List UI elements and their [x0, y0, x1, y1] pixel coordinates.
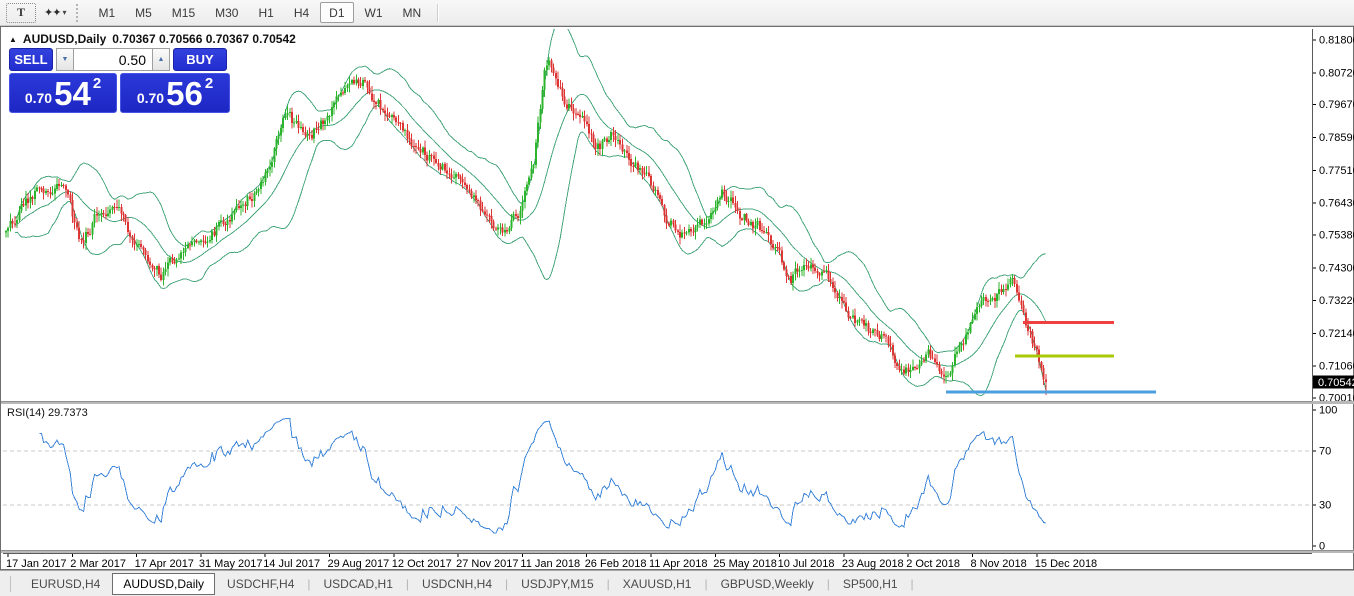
- svg-text:30: 30: [1319, 500, 1331, 512]
- svg-text:0.75380: 0.75380: [1319, 230, 1354, 242]
- svg-text:2 Oct 2018: 2 Oct 2018: [906, 558, 960, 570]
- tab-divider: |: [827, 577, 830, 591]
- svg-text:10 Jul 2018: 10 Jul 2018: [778, 558, 835, 570]
- svg-text:0.72140: 0.72140: [1319, 328, 1354, 340]
- buy-price-digits: 56: [166, 77, 203, 110]
- chart-symbol: AUDUSD,Daily: [23, 32, 106, 46]
- price-axis[interactable]: 0.81800 0.80720 0.79670 0.78590 0.77510 0.764…: [1312, 29, 1354, 550]
- tab-usdcad-h1[interactable]: USDCAD,H1: [312, 574, 405, 594]
- tab-gbpusd-weekly[interactable]: GBPUSD,Weekly: [709, 574, 826, 594]
- svg-text:0.74300: 0.74300: [1319, 262, 1354, 274]
- cursor-tool-button[interactable]: ✦✦ ▾: [38, 3, 71, 23]
- tab-divider: |: [307, 577, 310, 591]
- timeframe-m30[interactable]: M30: [206, 2, 247, 23]
- volume-input[interactable]: 0.50: [74, 48, 152, 71]
- svg-text:12 Oct 2017: 12 Oct 2017: [392, 558, 452, 570]
- timeframe-m15[interactable]: M15: [163, 2, 204, 23]
- svg-text:17 Jan 2017: 17 Jan 2017: [6, 558, 67, 570]
- toolbar: T ✦✦ ▾ M1 M5 M15 M30 H1 H4 D1 W1 MN: [0, 0, 1354, 26]
- sell-price-panel[interactable]: 0.70 54 2: [9, 73, 117, 113]
- svg-text:0.80720: 0.80720: [1319, 67, 1354, 79]
- svg-text:31 May 2017: 31 May 2017: [199, 558, 263, 570]
- tab-usdchf-h4[interactable]: USDCHF,H4: [215, 574, 306, 594]
- one-click-trading-widget: SELL ▼ 0.50 ▲ BUY 0.70 54 2 0.70 56 2: [9, 48, 231, 113]
- timeframe-m1[interactable]: M1: [89, 2, 124, 23]
- tab-usdcnh-h4[interactable]: USDCNH,H4: [410, 574, 504, 594]
- svg-text:29 Aug 2017: 29 Aug 2017: [328, 558, 390, 570]
- svg-text:23 Aug 2018: 23 Aug 2018: [842, 558, 904, 570]
- rsi-indicator-label: RSI(14) 29.7373: [7, 407, 88, 419]
- time-axis[interactable]: 17 Jan 20172 Mar 2017 17 Apr 2017 31 May 2…: [3, 553, 1312, 570]
- tabbar-scroll-edge: [0, 576, 11, 592]
- tab-eurusd-h4[interactable]: EURUSD,H4: [19, 574, 112, 594]
- svg-text:0.81800: 0.81800: [1319, 35, 1354, 47]
- buy-price-prefix: 0.70: [137, 90, 164, 106]
- tab-divider: |: [505, 577, 508, 591]
- svg-text:25 May 2018: 25 May 2018: [713, 558, 777, 570]
- chart-window: ▲ AUDUSD,Daily 0.70367 0.70566 0.70367 0…: [0, 26, 1354, 570]
- svg-text:0.79670: 0.79670: [1319, 99, 1354, 111]
- buy-price-panel[interactable]: 0.70 56 2: [120, 73, 230, 113]
- svg-text:11 Jan 2018: 11 Jan 2018: [520, 558, 580, 570]
- toolbar-separator: [437, 4, 438, 22]
- svg-text:0.76430: 0.76430: [1319, 198, 1354, 210]
- svg-text:2 Mar 2017: 2 Mar 2017: [70, 558, 126, 570]
- svg-text:70: 70: [1319, 445, 1331, 457]
- sell-price-prefix: 0.70: [25, 90, 52, 106]
- svg-text:0.71060: 0.71060: [1319, 361, 1354, 373]
- timeframe-h4[interactable]: H4: [285, 2, 318, 23]
- svg-text:0: 0: [1319, 541, 1325, 551]
- svg-text:15 Dec 2018: 15 Dec 2018: [1035, 558, 1097, 570]
- oneclick-toggle-icon[interactable]: ▲: [9, 35, 17, 44]
- timeframe-mn[interactable]: MN: [394, 2, 431, 23]
- svg-text:14 Jul 2017: 14 Jul 2017: [263, 558, 320, 570]
- tab-divider: |: [704, 577, 707, 591]
- tab-usdjpy-m15[interactable]: USDJPY,M15: [509, 574, 605, 594]
- svg-text:8 Nov 2018: 8 Nov 2018: [971, 558, 1027, 570]
- svg-text:11 Apr 2018: 11 Apr 2018: [649, 558, 708, 570]
- svg-text:0.77510: 0.77510: [1319, 165, 1354, 177]
- svg-text:0.78590: 0.78590: [1319, 132, 1354, 144]
- volume-increase-button[interactable]: ▲: [152, 48, 170, 71]
- rsi-pane-canvas[interactable]: [3, 404, 1312, 550]
- volume-decrease-button[interactable]: ▼: [56, 48, 74, 71]
- sell-price-pipette: 2: [93, 75, 101, 92]
- tab-xauusd-h1[interactable]: XAUUSD,H1: [611, 574, 704, 594]
- chart-tabbar: EURUSD,H4 AUDUSD,Daily USDCHF,H4 | USDCA…: [0, 570, 1354, 596]
- svg-text:17 Apr 2017: 17 Apr 2017: [135, 558, 194, 570]
- svg-text:0.73220: 0.73220: [1319, 295, 1354, 307]
- chart-ohlc: 0.70367 0.70566 0.70367 0.70542: [112, 32, 296, 46]
- timeframe-w1[interactable]: W1: [356, 2, 392, 23]
- tab-sp500-h1[interactable]: SP500,H1: [831, 574, 910, 594]
- tab-divider: |: [406, 577, 409, 591]
- svg-text:26 Feb 2018: 26 Feb 2018: [585, 558, 647, 570]
- svg-text:27 Nov 2017: 27 Nov 2017: [456, 558, 518, 570]
- chevron-down-icon[interactable]: ▾: [62, 8, 65, 17]
- sell-price-digits: 54: [54, 77, 91, 110]
- tab-divider: |: [911, 577, 914, 591]
- cursor-tool-icon: ✦✦: [44, 6, 60, 19]
- timeframe-h1[interactable]: H1: [249, 2, 282, 23]
- svg-text:100: 100: [1319, 405, 1337, 417]
- svg-text:0.70542: 0.70542: [1318, 377, 1354, 389]
- tab-divider: |: [607, 577, 610, 591]
- buy-button[interactable]: BUY: [173, 48, 227, 71]
- mt4-window: T ✦✦ ▾ M1 M5 M15 M30 H1 H4 D1 W1 MN ▲ AU…: [0, 0, 1354, 596]
- toolbar-drag-handle[interactable]: [76, 4, 84, 22]
- tab-audusd-daily[interactable]: AUDUSD,Daily: [112, 573, 215, 595]
- timeframe-d1[interactable]: D1: [320, 2, 353, 23]
- buy-price-pipette: 2: [205, 75, 213, 92]
- chart-title: ▲ AUDUSD,Daily 0.70367 0.70566 0.70367 0…: [9, 32, 296, 46]
- text-tool-button[interactable]: T: [6, 3, 36, 23]
- sell-button[interactable]: SELL: [9, 48, 53, 71]
- timeframe-m5[interactable]: M5: [126, 2, 161, 23]
